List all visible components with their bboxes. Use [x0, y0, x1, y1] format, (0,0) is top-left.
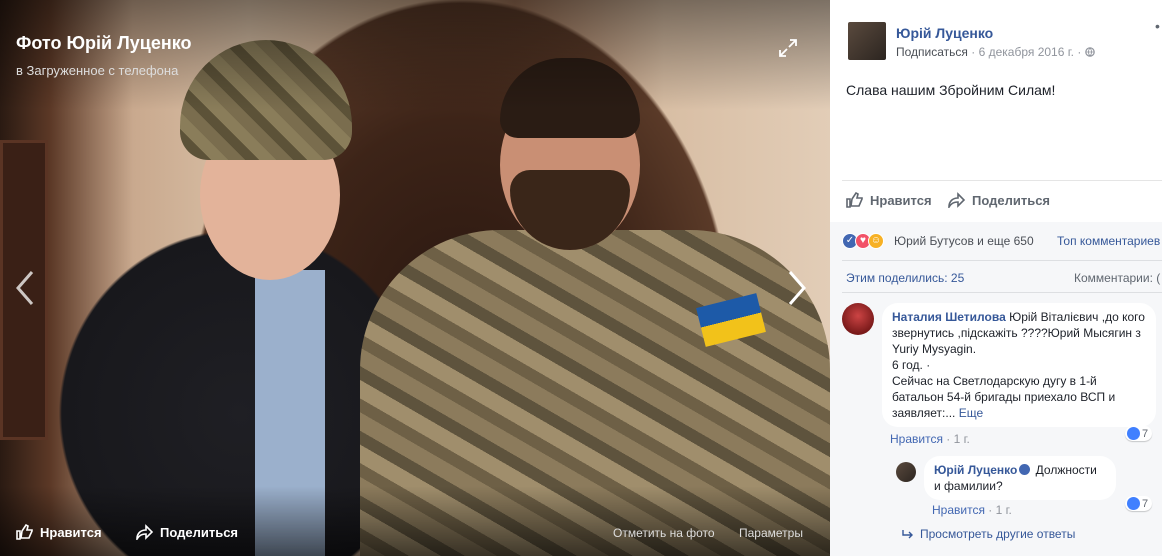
like-badge-icon [1127, 497, 1140, 510]
thumbs-up-icon [16, 524, 33, 540]
reply-like-count[interactable]: 7 [1125, 496, 1153, 511]
post-share-label: Поделиться [972, 192, 1051, 208]
post-author-name[interactable]: Юрій Луценко [896, 25, 993, 41]
reply-bubble: Юрій Луценко Должности и фамилии? [924, 456, 1116, 500]
photo-options-link[interactable]: Параметры [739, 526, 803, 540]
comment-quote: Сейчас на Светлодарскую дугу в 1-й батал… [892, 374, 1116, 420]
comment-like-count[interactable]: 7 [1125, 426, 1153, 441]
comment-time-line: 6 год. · [892, 358, 931, 372]
comment-like-button[interactable]: Нравится [890, 432, 943, 446]
post-like-button[interactable]: Нравится [846, 192, 932, 208]
post-share-button[interactable]: Поделиться [948, 192, 1050, 208]
meta-separator-2: · [1077, 45, 1082, 59]
post-panel: Юрій Луценко Подписаться · 6 декабря 201… [830, 0, 1162, 556]
thumbs-up-icon [846, 192, 863, 208]
author-avatar[interactable] [848, 22, 886, 60]
comment-author[interactable]: Наталия Шетилова [892, 310, 1006, 324]
verified-badge-icon [1019, 464, 1031, 475]
reply-arrow-icon [902, 530, 913, 539]
reply-actions: Нравится · 1 г. [932, 503, 1012, 517]
divider [842, 292, 1162, 293]
reply-time[interactable]: · 1 г. [988, 503, 1012, 517]
post-date[interactable]: 6 декабря 2016 г. [979, 45, 1074, 59]
photo-title[interactable]: Фото Юрій Луценко [16, 33, 191, 54]
comment-like-count-value: 7 [1142, 427, 1149, 440]
photo-share-label: Поделиться [160, 524, 239, 540]
reactors-summary[interactable]: Юрий Бутусов и еще 650 [894, 234, 1034, 248]
view-more-replies[interactable]: Просмотреть другие ответы [902, 527, 1075, 541]
photo-viewer[interactable]: Фото Юрій Луценко в Загруженное с телефо… [0, 0, 830, 556]
more-options-icon[interactable]: • [1155, 18, 1160, 34]
comments-count[interactable]: Комментарии: ( [1074, 271, 1160, 285]
reply-like-button[interactable]: Нравится [932, 503, 985, 517]
comment-time[interactable]: · 1 г. [946, 432, 970, 446]
like-badge-icon [1127, 427, 1140, 440]
photo-album-link[interactable]: в Загруженное с телефона [16, 63, 178, 78]
top-comments-filter[interactable]: Топ комментариев [1057, 234, 1160, 248]
shares-count[interactable]: Этим поделились: 25 [846, 271, 964, 285]
subscribe-link[interactable]: Подписаться [896, 45, 968, 59]
reply-author-avatar[interactable] [896, 462, 916, 482]
haha-reaction-icon: ☺ [868, 233, 884, 249]
globe-icon [1084, 47, 1095, 57]
divider [842, 180, 1162, 181]
reply-author[interactable]: Юрій Луценко [934, 463, 1017, 477]
post-text: Слава нашим Збройним Силам! [846, 82, 1056, 98]
view-more-replies-label: Просмотреть другие ответы [920, 527, 1076, 541]
reaction-icons[interactable]: ✓ ♥ ☺ [842, 233, 884, 249]
next-photo-arrow-icon[interactable] [782, 268, 812, 308]
share-arrow-icon [136, 524, 154, 540]
photo-like-label: Нравится [40, 524, 102, 540]
photo-share-button[interactable]: Поделиться [136, 524, 238, 540]
previous-photo-arrow-icon[interactable] [10, 268, 40, 308]
post-meta: Подписаться · 6 декабря 2016 г. · [896, 45, 1095, 59]
commenter-avatar[interactable] [842, 303, 874, 335]
see-more-link[interactable]: Еще [959, 406, 983, 420]
meta-separator: · [971, 45, 976, 59]
share-arrow-icon [948, 192, 966, 208]
comment-actions: Нравится · 1 г. [890, 432, 970, 446]
post-like-label: Нравится [870, 192, 932, 208]
tag-photo-link[interactable]: Отметить на фото [613, 526, 715, 540]
photo-bottom-shade [0, 486, 830, 556]
divider [842, 260, 1162, 261]
expand-icon[interactable] [776, 36, 800, 60]
photo-like-button[interactable]: Нравится [16, 524, 102, 540]
reply-like-count-value: 7 [1142, 497, 1149, 510]
comment-bubble: Наталия Шетилова Юрій Віталієвич ,до ког… [882, 303, 1156, 427]
photo-top-shade [0, 0, 830, 110]
